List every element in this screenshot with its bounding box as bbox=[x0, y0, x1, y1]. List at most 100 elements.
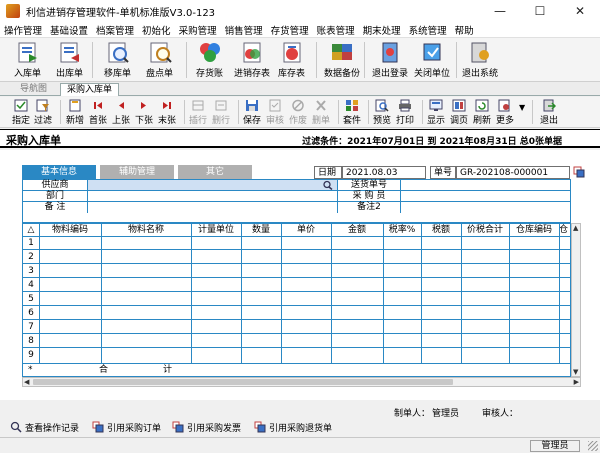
more-dropdown-button[interactable]: ▼ bbox=[519, 103, 525, 131]
table-row[interactable]: 6 bbox=[23, 307, 570, 320]
col-total[interactable]: 价税合计 bbox=[461, 224, 509, 237]
assign-button[interactable]: 指定 bbox=[12, 99, 30, 127]
delivery-no-input[interactable] bbox=[401, 180, 570, 190]
tab-navigation[interactable]: 导航图 bbox=[14, 83, 53, 96]
ledger-button[interactable]: 存货账 bbox=[196, 40, 223, 80]
search-icon[interactable] bbox=[322, 180, 334, 191]
exit-system-button[interactable]: 退出系统 bbox=[462, 40, 498, 80]
table-row[interactable]: 1 bbox=[23, 237, 570, 250]
close-icon[interactable]: ✕ bbox=[560, 0, 600, 22]
kit-button[interactable]: 套件 bbox=[343, 99, 361, 127]
delete-row-button[interactable]: 删行 bbox=[212, 99, 230, 127]
last-button[interactable]: 末张 bbox=[158, 99, 176, 127]
col-unit[interactable]: 计量单位 bbox=[191, 224, 241, 237]
menu-period-end[interactable]: 期末处理 bbox=[359, 23, 405, 37]
print-button[interactable]: 打印 bbox=[396, 99, 414, 127]
header-form: 供应商 送货单号 部门 采 购 员 备 注 备注2 bbox=[22, 179, 571, 223]
menu-initialize[interactable]: 初始化 bbox=[138, 23, 175, 37]
add-button[interactable]: 新增 bbox=[66, 99, 84, 127]
void-button[interactable]: 作废 bbox=[289, 99, 307, 127]
col-tax[interactable]: 税额 bbox=[421, 224, 461, 237]
date-field[interactable]: 2021.08.03 bbox=[342, 166, 426, 179]
table-row[interactable]: 3 bbox=[23, 265, 570, 278]
table-row[interactable]: 4 bbox=[23, 279, 570, 292]
view-log-button[interactable]: 查看操作记录 bbox=[10, 420, 79, 434]
logout-button[interactable]: 退出登录 bbox=[372, 40, 408, 80]
col-warehouse-code[interactable]: 仓库编码 bbox=[509, 224, 559, 237]
doc-number-field[interactable]: GR-202108-000001 bbox=[456, 166, 570, 179]
copy-icon[interactable] bbox=[573, 166, 585, 178]
save-button[interactable]: 保存 bbox=[243, 99, 261, 127]
delete-doc-button[interactable]: 删单 bbox=[312, 99, 330, 127]
stock-in-button[interactable]: 入库单 bbox=[14, 40, 41, 80]
menu-operation[interactable]: 操作管理 bbox=[0, 23, 46, 37]
close-unit-button[interactable]: 关闭单位 bbox=[414, 40, 450, 80]
col-unit-price[interactable]: 单价 bbox=[281, 224, 331, 237]
first-button[interactable]: 首张 bbox=[89, 99, 107, 127]
resize-grip-icon[interactable] bbox=[588, 441, 598, 451]
stock-out-icon bbox=[57, 40, 83, 64]
stock-table-icon bbox=[279, 40, 305, 64]
scroll-right-icon[interactable]: ▶ bbox=[574, 378, 579, 386]
scroll-down-icon[interactable]: ▼ bbox=[573, 368, 578, 376]
ref-purchase-invoice-button[interactable]: 引用采购发票 bbox=[172, 420, 241, 434]
remark-input[interactable] bbox=[88, 202, 337, 212]
page-tabs: 导航图 采购入库单 bbox=[0, 82, 600, 96]
remark2-input[interactable] bbox=[401, 202, 570, 212]
dept-input[interactable] bbox=[88, 191, 337, 201]
grid-sort-icon[interactable]: △ bbox=[23, 224, 39, 237]
table-row[interactable]: 7 bbox=[23, 321, 570, 334]
col-tax-rate[interactable]: 税率% bbox=[383, 224, 421, 237]
preview-button[interactable]: 预览 bbox=[373, 99, 391, 127]
col-amount[interactable]: 金额 bbox=[331, 224, 383, 237]
report-button[interactable]: 进销存表 bbox=[234, 40, 270, 80]
table-row[interactable]: 9 bbox=[23, 349, 570, 364]
ref-purchase-order-button[interactable]: 引用采购订单 bbox=[92, 420, 161, 434]
horizontal-scrollbar[interactable]: ◀ ▶ bbox=[22, 377, 581, 387]
maximize-icon[interactable]: ☐ bbox=[520, 0, 560, 22]
next-button[interactable]: 下张 bbox=[135, 99, 153, 127]
minimize-icon[interactable]: — bbox=[480, 0, 520, 22]
col-material-name[interactable]: 物料名称 bbox=[101, 224, 191, 237]
menu-purchase[interactable]: 采购管理 bbox=[175, 23, 221, 37]
menu-system[interactable]: 系统管理 bbox=[405, 23, 451, 37]
table-row[interactable]: 5 bbox=[23, 293, 570, 306]
col-warehouse[interactable]: 仓 bbox=[559, 224, 570, 237]
backup-button[interactable]: 数据备份 bbox=[324, 40, 360, 80]
adjust-page-button[interactable]: 调页 bbox=[450, 99, 468, 127]
menu-help[interactable]: 帮助 bbox=[451, 23, 478, 37]
scroll-up-icon[interactable]: ▲ bbox=[573, 224, 578, 232]
ref-purchase-return-button[interactable]: 引用采购退货单 bbox=[254, 420, 332, 434]
table-row[interactable]: 2 bbox=[23, 251, 570, 264]
more-button[interactable]: 更多 bbox=[496, 99, 514, 127]
supplier-input[interactable] bbox=[88, 180, 337, 190]
transfer-button[interactable]: 移库单 bbox=[104, 40, 131, 80]
tab-auxiliary[interactable]: 辅助管理 bbox=[100, 165, 174, 179]
status-bar: 管理员 bbox=[0, 437, 600, 453]
col-quantity[interactable]: 数量 bbox=[241, 224, 281, 237]
exit-button[interactable]: 退出 bbox=[540, 99, 558, 127]
audit-button[interactable]: 审核 bbox=[266, 99, 284, 127]
stock-out-button[interactable]: 出库单 bbox=[56, 40, 83, 80]
menu-archives[interactable]: 档案管理 bbox=[92, 23, 138, 37]
insert-row-button[interactable]: 插行 bbox=[189, 99, 207, 127]
vertical-scrollbar[interactable]: ▲ ▼ bbox=[571, 223, 581, 377]
tab-other[interactable]: 其它 bbox=[178, 165, 252, 179]
buyer-input[interactable] bbox=[401, 191, 570, 201]
stock-table-button[interactable]: 库存表 bbox=[278, 40, 305, 80]
col-material-code[interactable]: 物料编码 bbox=[39, 224, 101, 237]
scroll-thumb[interactable] bbox=[33, 379, 453, 385]
tab-basic-info[interactable]: 基本信息 bbox=[22, 165, 96, 179]
menu-sales[interactable]: 销售管理 bbox=[221, 23, 267, 37]
scroll-left-icon[interactable]: ◀ bbox=[24, 378, 29, 386]
menu-reports[interactable]: 账表管理 bbox=[313, 23, 359, 37]
inventory-count-button[interactable]: 盘点单 bbox=[146, 40, 173, 80]
menu-basic-settings[interactable]: 基础设置 bbox=[46, 23, 92, 37]
menu-stock[interactable]: 存货管理 bbox=[267, 23, 313, 37]
prev-button[interactable]: 上张 bbox=[112, 99, 130, 127]
display-button[interactable]: 显示 bbox=[427, 99, 445, 127]
filter-button[interactable]: 过滤 bbox=[34, 99, 52, 127]
table-row[interactable]: 8 bbox=[23, 335, 570, 348]
tab-purchase-stock-in[interactable]: 采购入库单 bbox=[60, 83, 120, 96]
refresh-button[interactable]: 刷新 bbox=[473, 99, 491, 127]
